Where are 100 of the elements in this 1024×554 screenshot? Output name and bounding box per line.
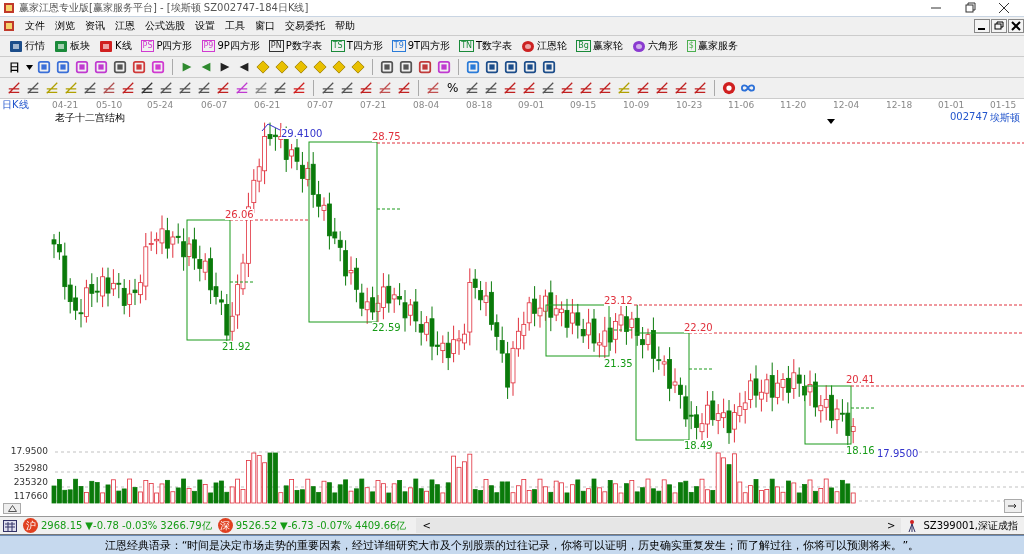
menu-item[interactable]: 设置 (195, 19, 215, 33)
arrow-icon (1008, 503, 1018, 509)
toolbar-icon[interactable] (541, 81, 556, 95)
dropdown-icon[interactable] (827, 119, 835, 124)
pointer-line (261, 123, 281, 132)
scrollbar[interactable]: < > (416, 518, 902, 533)
market-badge: 沪 (23, 518, 38, 533)
toolbar-icon[interactable] (113, 60, 127, 74)
toolbar-button[interactable]: PS P四方形 (137, 39, 196, 53)
date-label: 06-21 (254, 99, 281, 111)
percent-button[interactable]: % (444, 81, 462, 95)
scroll-button[interactable] (1004, 499, 1022, 513)
date-label: 10-23 (676, 99, 703, 111)
toolbar-icon[interactable] (159, 81, 173, 95)
restore-icon[interactable] (991, 19, 1007, 33)
price-label: 22.59 (372, 322, 401, 333)
toolbar-icon[interactable] (178, 81, 192, 95)
date-label: 10-09 (623, 99, 650, 111)
index-change: ▼-0.78 (85, 520, 119, 531)
menu-item[interactable]: 公式选股 (145, 19, 185, 33)
toolbar-button[interactable]: 六角形 (628, 39, 681, 53)
toolbar-icon[interactable] (26, 81, 40, 95)
date-label: 08-18 (466, 99, 493, 111)
toolbar-icon[interactable] (504, 60, 518, 74)
stock-name: 埃斯顿 (990, 111, 1020, 125)
toolbar-button[interactable]: TN T数字表 (456, 39, 516, 53)
toolbar-button[interactable]: 行情 (6, 39, 48, 53)
toggle-button[interactable] (3, 503, 21, 514)
close-icon[interactable] (1008, 19, 1024, 33)
period-label: 日K线 (2, 99, 29, 111)
toolbar-icon[interactable] (399, 60, 413, 74)
toolbar-icon[interactable] (340, 81, 354, 95)
toolbar-icon[interactable] (380, 60, 394, 74)
level-line (688, 368, 715, 370)
toolbar-button[interactable]: 江恩轮 (518, 39, 571, 53)
menu-item[interactable]: 江恩 (115, 19, 135, 33)
index-name: SZ399001,深证成指 (923, 518, 1019, 533)
toolbar-button[interactable]: T9 9T四方形 (388, 39, 454, 53)
app-icon (3, 20, 15, 32)
toolbar-icon[interactable] (321, 81, 335, 95)
toolbar-icon[interactable] (465, 81, 480, 95)
toolbar-icon (99, 39, 113, 53)
date-label: 09-01 (518, 99, 545, 111)
index-percent: -0.07% (316, 520, 352, 531)
toolbar-icon[interactable] (273, 81, 287, 95)
menu-item[interactable]: 文件 (25, 19, 45, 33)
price-label: 17.9500 (877, 448, 919, 459)
toolbar-button[interactable]: $ 赢家服务 (683, 39, 741, 53)
toolbar-button[interactable]: TS T四方形 (327, 39, 386, 53)
period-dropdown[interactable]: 日 (6, 59, 23, 75)
menu-item[interactable]: 交易委托 (285, 19, 325, 33)
toolbar-button[interactable]: 板块 (51, 39, 93, 53)
toolbar-button[interactable]: PN P数字表 (265, 39, 325, 53)
toolbar-icon (9, 39, 23, 53)
menu-item[interactable]: 帮助 (335, 19, 355, 33)
toolbar-button[interactable]: P9 9P四方形 (198, 39, 263, 53)
toolbar-icon[interactable] (140, 81, 154, 95)
scroll-left-arrow[interactable]: < (422, 520, 431, 531)
maximize-icon[interactable] (964, 2, 976, 14)
triangle-icon (7, 505, 17, 512)
toolbar-button[interactable]: Bg 赢家轮 (573, 39, 626, 53)
menu-item[interactable]: 窗口 (255, 19, 275, 33)
toolbar-icon[interactable] (523, 60, 537, 74)
price-label: 21.35 (604, 358, 633, 369)
axis-label: 17.9500 (9, 446, 48, 456)
menu-item[interactable]: 浏览 (55, 19, 75, 33)
toolbar-icon (521, 39, 536, 53)
level-line (229, 281, 256, 283)
toolbar-icon[interactable] (485, 60, 499, 74)
date-label: 05-10 (96, 99, 123, 111)
scroll-right-arrow[interactable]: > (887, 520, 896, 531)
toolbar-icon (631, 39, 646, 53)
price-label: 26.06 (225, 209, 254, 220)
minimize-icon[interactable] (974, 19, 990, 33)
menu-item[interactable]: 资讯 (85, 19, 105, 33)
index-value: 9526.52 (235, 520, 278, 531)
square-outline (804, 385, 852, 445)
index-change: ▼-6.73 (280, 520, 314, 531)
axis-label: 235320 (12, 477, 48, 487)
close-icon[interactable] (998, 2, 1010, 14)
app-icon (3, 2, 15, 14)
quote-text: 江恩经典语录：“时间是决定市场走势的重要因素，经过详细研究大市及个别股票的过往记录，你将可以证明，历史确实重复发生；而了解过往，你将可以预测将来。”。 (104, 537, 920, 553)
date-label: 04-21 (52, 99, 79, 111)
date-label: 12-18 (886, 99, 913, 111)
toolbar-icon[interactable] (484, 81, 499, 95)
toolbar-icon[interactable] (542, 60, 556, 74)
caret-icon[interactable] (26, 64, 33, 70)
date-label: 01-15 (990, 99, 1017, 111)
price-label: 18.16 (846, 445, 875, 456)
toolbar-icon[interactable] (197, 81, 211, 95)
price-label: 18.49 (684, 440, 713, 451)
toolbar-icon[interactable] (83, 81, 97, 95)
date-label: 05-24 (147, 99, 174, 111)
toolbar-icon (54, 39, 68, 53)
index-amount: 3266.79亿 (160, 518, 212, 533)
toolbar-button[interactable]: K线 (96, 39, 135, 53)
menu-item[interactable]: 工具 (225, 19, 245, 33)
market-badge: 深 (217, 518, 233, 533)
date-label: 08-04 (413, 99, 440, 111)
price-label: 21.92 (222, 341, 251, 352)
